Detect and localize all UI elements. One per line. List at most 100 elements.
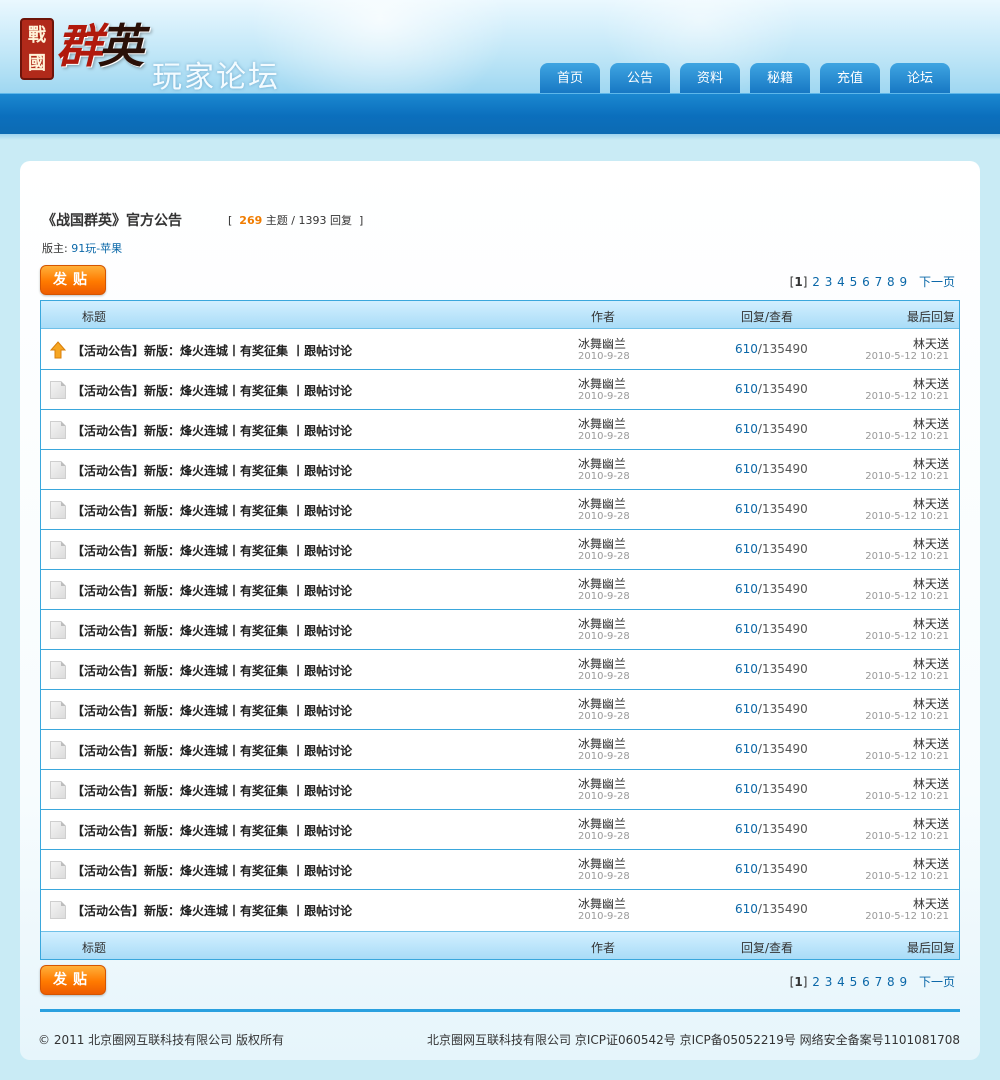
thread-reply-count: 610	[735, 342, 758, 356]
nav-recharge[interactable]: 充值	[820, 63, 880, 93]
last-reply-user-link[interactable]: 林天送	[913, 495, 949, 512]
page-link-5[interactable]: 5	[850, 275, 858, 289]
thread-post-date: 2010-9-28	[578, 711, 630, 722]
thread-author-link[interactable]: 冰舞幽兰	[578, 335, 626, 352]
page-link-7[interactable]: 7	[875, 275, 883, 289]
thread-author-link[interactable]: 冰舞幽兰	[578, 535, 626, 552]
last-reply-date: 2010-5-12 10:21	[865, 591, 949, 602]
nav-notice[interactable]: 公告	[610, 63, 670, 93]
footer-last-reply: 最后回复	[906, 941, 955, 955]
last-reply-user-link[interactable]: 林天送	[913, 895, 949, 912]
page-link-2[interactable]: 2	[812, 975, 820, 989]
page-next-link[interactable]: 下一页	[919, 975, 955, 989]
thread-reply-count: 610	[735, 382, 758, 396]
thread-title-link[interactable]: 【活动公告】新版：烽火连城丨有奖征集 丨跟帖讨论	[72, 862, 352, 879]
page-current-number: 1	[794, 275, 803, 289]
thread-author-link[interactable]: 冰舞幽兰	[578, 735, 626, 752]
thread-counts: 610/135490	[735, 742, 808, 756]
thread-title-link[interactable]: 【活动公告】新版：烽火连城丨有奖征集 丨跟帖讨论	[72, 702, 352, 719]
page-link-4[interactable]: 4	[837, 975, 845, 989]
site-logo[interactable]: 戰國 群英 玩家论坛	[20, 12, 290, 93]
last-reply-date: 2010-5-12 10:21	[865, 631, 949, 642]
thread-author-link[interactable]: 冰舞幽兰	[578, 695, 626, 712]
last-reply-user-link[interactable]: 林天送	[913, 855, 949, 872]
thread-title-link[interactable]: 【活动公告】新版：烽火连城丨有奖征集 丨跟帖讨论	[72, 742, 352, 759]
last-reply-user-link[interactable]: 林天送	[913, 375, 949, 392]
last-reply-user-link[interactable]: 林天送	[913, 455, 949, 472]
new-post-button-top[interactable]: 发贴	[40, 265, 106, 295]
thread-author-link[interactable]: 冰舞幽兰	[578, 615, 626, 632]
nav-tips[interactable]: 秘籍	[750, 63, 810, 93]
page-link-6[interactable]: 6	[862, 275, 870, 289]
thread-author-link[interactable]: 冰舞幽兰	[578, 855, 626, 872]
page-link-4[interactable]: 4	[837, 275, 845, 289]
thread-author-link[interactable]: 冰舞幽兰	[578, 455, 626, 472]
thread-title-link[interactable]: 【活动公告】新版：烽火连城丨有奖征集 丨跟帖讨论	[72, 462, 352, 479]
thread-reply-count: 610	[735, 662, 758, 676]
page-link-3[interactable]: 3	[825, 275, 833, 289]
site-header: 戰國 群英 玩家论坛 首页 公告 资料 秘籍 充值 论坛	[0, 0, 1000, 93]
page-link-9[interactable]: 9	[900, 275, 908, 289]
thread-view-count: 135490	[761, 622, 808, 636]
last-reply-user-link[interactable]: 林天送	[913, 415, 949, 432]
page-link-8[interactable]: 8	[887, 275, 895, 289]
page-link-2[interactable]: 2	[812, 275, 820, 289]
moderator-link[interactable]: 91玩-苹果	[71, 242, 122, 255]
last-reply-user-link[interactable]: 林天送	[913, 575, 949, 592]
page-link-9[interactable]: 9	[900, 975, 908, 989]
thread-title-link[interactable]: 【活动公告】新版：烽火连城丨有奖征集 丨跟帖讨论	[72, 662, 352, 679]
thread-post-date: 2010-9-28	[578, 351, 630, 362]
nav-home[interactable]: 首页	[540, 63, 600, 93]
moderator-line: 版主: 91玩-苹果	[42, 240, 122, 256]
thread-counts: 610/135490	[735, 702, 808, 716]
page-link-5[interactable]: 5	[850, 975, 858, 989]
last-reply-user-link[interactable]: 林天送	[913, 655, 949, 672]
page-next-link[interactable]: 下一页	[919, 275, 955, 289]
table-row: 【活动公告】新版：烽火连城丨有奖征集 丨跟帖讨论 冰舞幽兰 2010-9-28 610…	[41, 850, 959, 890]
thread-author-link[interactable]: 冰舞幽兰	[578, 655, 626, 672]
thread-title-link[interactable]: 【活动公告】新版：烽火连城丨有奖征集 丨跟帖讨论	[72, 822, 352, 839]
thread-title-link[interactable]: 【活动公告】新版：烽火连城丨有奖征集 丨跟帖讨论	[72, 502, 352, 519]
page-link-7[interactable]: 7	[875, 975, 883, 989]
reply-label: 回复	[329, 214, 352, 227]
nav-forum[interactable]: 论坛	[890, 63, 950, 93]
last-reply-user-link[interactable]: 林天送	[913, 815, 949, 832]
thread-author-link[interactable]: 冰舞幽兰	[578, 895, 626, 912]
thread-reply-count: 610	[735, 462, 758, 476]
thread-author-link[interactable]: 冰舞幽兰	[578, 375, 626, 392]
table-footer-header: 标题 作者 回复/查看 最后回复	[41, 931, 959, 959]
last-reply-user-link[interactable]: 林天送	[913, 775, 949, 792]
last-reply-user-link[interactable]: 林天送	[913, 335, 949, 352]
document-icon	[50, 701, 66, 719]
nav-info[interactable]: 资料	[680, 63, 740, 93]
last-reply-user-link[interactable]: 林天送	[913, 735, 949, 752]
new-post-button-bottom[interactable]: 发贴	[40, 965, 106, 995]
thread-title-link[interactable]: 【活动公告】新版：烽火连城丨有奖征集 丨跟帖讨论	[72, 622, 352, 639]
header-bar-shadow	[0, 134, 1000, 140]
last-reply-user-link[interactable]: 林天送	[913, 695, 949, 712]
thread-author-link[interactable]: 冰舞幽兰	[578, 775, 626, 792]
thread-title-link[interactable]: 【活动公告】新版：烽火连城丨有奖征集 丨跟帖讨论	[72, 542, 352, 559]
header-counts: 回复/查看	[741, 310, 794, 324]
last-reply-date: 2010-5-12 10:21	[865, 671, 949, 682]
thread-view-count: 135490	[761, 782, 808, 796]
thread-author-link[interactable]: 冰舞幽兰	[578, 575, 626, 592]
pagination-bottom: [1] 2 3 4 5 6 7 8 9 下一页	[789, 973, 955, 990]
last-reply-user-link[interactable]: 林天送	[913, 615, 949, 632]
page-link-3[interactable]: 3	[825, 975, 833, 989]
thread-title-link[interactable]: 【活动公告】新版：烽火连城丨有奖征集 丨跟帖讨论	[72, 782, 352, 799]
moderator-label: 版主:	[42, 242, 68, 255]
thread-author-link[interactable]: 冰舞幽兰	[578, 495, 626, 512]
thread-title-link[interactable]: 【活动公告】新版：烽火连城丨有奖征集 丨跟帖讨论	[72, 382, 352, 399]
thread-title-link[interactable]: 【活动公告】新版：烽火连城丨有奖征集 丨跟帖讨论	[72, 902, 352, 919]
thread-author-link[interactable]: 冰舞幽兰	[578, 815, 626, 832]
thread-reply-count: 610	[735, 862, 758, 876]
last-reply-user-link[interactable]: 林天送	[913, 535, 949, 552]
page-link-8[interactable]: 8	[887, 975, 895, 989]
document-icon	[50, 381, 66, 399]
thread-title-link[interactable]: 【活动公告】新版：烽火连城丨有奖征集 丨跟帖讨论	[72, 342, 352, 359]
page-link-6[interactable]: 6	[862, 975, 870, 989]
thread-author-link[interactable]: 冰舞幽兰	[578, 415, 626, 432]
thread-title-link[interactable]: 【活动公告】新版：烽火连城丨有奖征集 丨跟帖讨论	[72, 582, 352, 599]
thread-title-link[interactable]: 【活动公告】新版：烽火连城丨有奖征集 丨跟帖讨论	[72, 422, 352, 439]
